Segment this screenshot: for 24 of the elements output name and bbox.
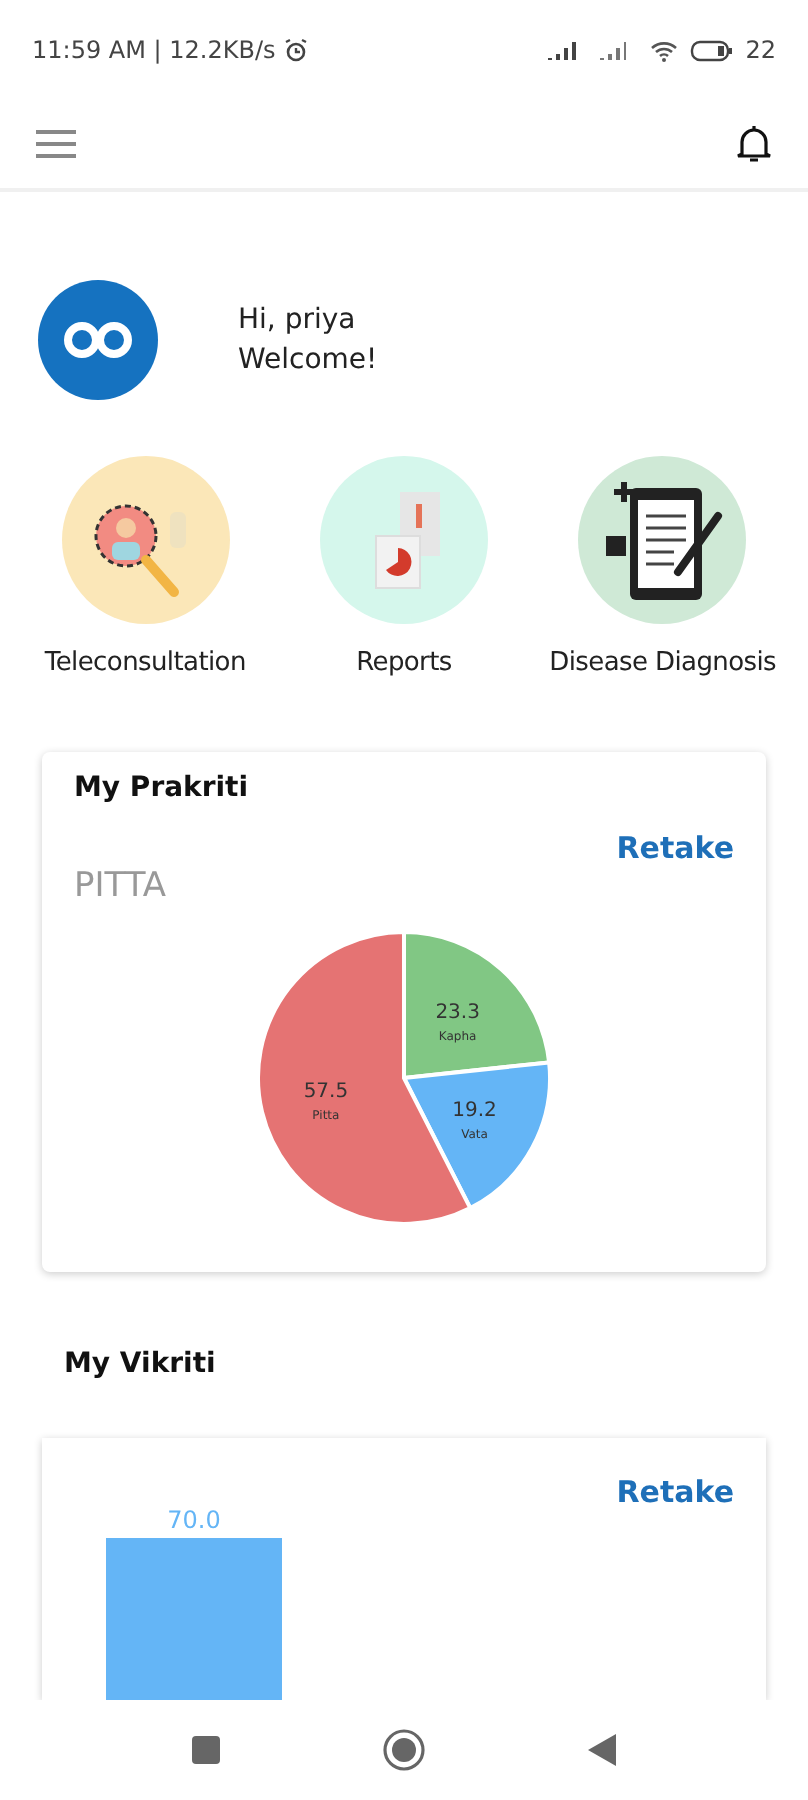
slice-value: 19.2 [452, 1099, 497, 1122]
notification-bell-icon[interactable] [736, 124, 772, 164]
greeting-text: Hi, priya [238, 302, 358, 340]
retake-button[interactable]: Retake [616, 1469, 734, 1514]
alarm-icon [283, 38, 308, 62]
menu-icon[interactable] [36, 130, 76, 158]
welcome-text: Welcome! [238, 342, 378, 380]
battery-percent: 22 [745, 34, 776, 68]
recent-apps-icon[interactable] [190, 1734, 222, 1766]
tile-label[interactable]: Reports [356, 644, 452, 683]
home-icon[interactable] [382, 1728, 426, 1772]
section-title: My Vikriti [64, 1345, 218, 1383]
wifi-icon [649, 39, 678, 61]
retake-button[interactable]: Retake [616, 825, 734, 870]
bar-value-label: 70.0 [167, 1504, 221, 1538]
card-title: My Prakriti [74, 769, 251, 807]
tile-label[interactable]: Teleconsultation [44, 644, 246, 683]
slice-value: 57.5 [303, 1079, 349, 1102]
back-icon[interactable] [586, 1732, 618, 1768]
status-time: 11:59 AM | 12.2KB/s [32, 34, 276, 68]
prakriti-result: PITTA [74, 864, 169, 910]
tile-label[interactable]: Disease Diagnosis [549, 644, 776, 683]
slice-value: 23.3 [435, 1001, 480, 1024]
battery-icon [689, 39, 734, 61]
